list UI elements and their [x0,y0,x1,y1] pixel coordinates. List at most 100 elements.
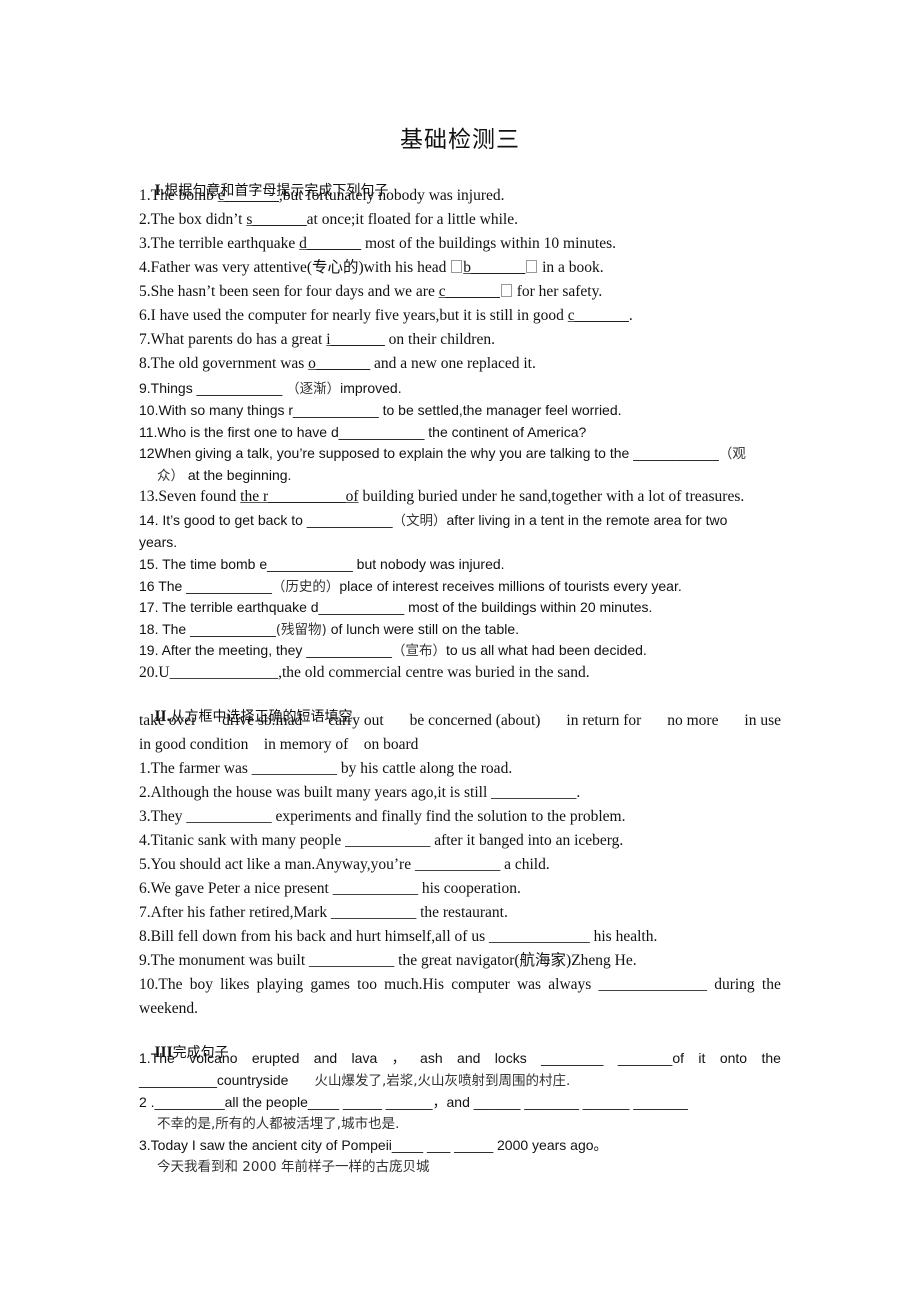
item-text: most of the buildings within 10 minutes. [361,235,616,252]
phrase-option: drive sb.mad [222,712,303,729]
blank[interactable]: d_______ [299,235,361,252]
item-text: . [628,307,633,324]
word: _______of [617,1050,684,1066]
blank[interactable]: o_______ [308,355,370,372]
s3-item-1: 1.The volcano erupted and lava， ash and locks __… [139,1048,781,1068]
word: computer [451,976,510,993]
s1-item-14-cont: years. [139,534,178,550]
word: playing [256,976,304,993]
item-text: for her safety. [512,283,603,300]
missing-glyph-icon [500,284,512,297]
chinese-hint: 众） [157,468,184,484]
chinese-translation: 不幸的是,所有的人都被活埋了,城市也是. [157,1116,400,1132]
item-text: ,but fortunately nobody was injured. [278,187,505,204]
s3-item-2-cn: 不幸的是,所有的人都被活埋了,城市也是. [157,1113,399,1134]
s1-item-1: 1.The bomb e_______,but fortunately nobo… [139,186,505,206]
blank[interactable]: b_______ [463,259,525,276]
phrase-box-row-2: in good condition in memory of on board [139,736,419,753]
blank[interactable]: i_______ [326,331,385,348]
s2-item-4: 4.Titanic sank with many people ________… [139,832,624,849]
s3-item-3: 3.Today I saw the ancient city of Pompei… [139,1137,608,1153]
item-text: at the beginning. [184,467,292,483]
word: during [714,976,755,993]
s1-item-10: 10.With so many things r___________ to b… [139,402,622,418]
item-text: 4.Father was very attentive(专心的)with his… [139,259,451,276]
word: ， [391,1050,406,1066]
word: too [357,976,377,993]
item-text: 1.The bomb [139,187,218,204]
s1-item-7: 7.What parents do has a great i_______ o… [139,330,495,350]
item-text: to us all what had been decided. [445,642,647,658]
s2-item-1: 1.The farmer was ___________ by his catt… [139,760,513,777]
phrase-option: in return for [566,712,642,729]
word: ash [420,1050,443,1066]
word: 1.The [139,1050,175,1066]
s1-item-20: 20.U______________,the old commercial ce… [139,664,590,681]
item-text: on their children. [384,331,495,348]
phrase-option: take over [139,712,197,729]
item-text: 6.I have used the computer for nearly fi… [139,307,568,324]
item-text: __________countryside [139,1072,289,1088]
blank[interactable]: c_______ [439,283,500,300]
s1-item-16: 16 The ___________（历史的）place of interest… [139,576,682,597]
phrase-box-row-1: take over drive sb.mad carry out be conc… [139,711,781,731]
word: likes [220,976,250,993]
missing-glyph-icon [526,260,538,273]
chinese-hint: （逐渐） [286,381,341,397]
chinese-hint: (残留物) [275,622,327,638]
item-text: 18. The ___________ [139,621,276,637]
word: ________ [541,1050,604,1066]
s2-item-9: 9.The monument was built ___________ the… [139,952,637,969]
item-text: after living in a tent in the remote are… [446,512,728,528]
s3-item-1-cont: __________countryside 火山爆发了,岩浆,火山灰喷射到周围的村… [139,1070,570,1091]
chinese-hint: （文明） [392,513,447,529]
s2-item-2: 2.Although the house was built many year… [139,784,581,801]
word: always [548,976,592,993]
s1-item-17: 17. The terrible earthquake d___________… [139,599,653,615]
word: much.His [384,976,444,993]
s1-item-9: 9.Things ___________ （逐渐）improved. [139,378,402,399]
item-text: 5.She hasn’t been seen for four days and… [139,283,439,300]
chinese-translation: 火山爆发了,岩浆,火山灰喷射到周围的村庄. [314,1073,571,1089]
blank[interactable]: c_______ [568,307,629,324]
word: 10.The [139,976,183,993]
word: and [457,1050,481,1066]
blank[interactable]: e_______ [218,187,279,204]
phrase-option: no more [667,712,719,729]
word: and [313,1050,338,1066]
s2-item-10-cont: weekend. [139,1000,198,1017]
chinese-translation: 今天我看到和 2000 年前样子一样的古庞贝城 [157,1159,430,1175]
blank[interactable]: s_______ [246,211,306,228]
item-text: 13.Seven found [139,488,241,505]
word: erupted [251,1050,300,1066]
word: locks [494,1050,527,1066]
s2-item-7: 7.After his father retired,Mark ________… [139,904,508,921]
item-text: building buried under he sand,together w… [358,488,745,505]
item-text: 14. It’s good to get back to ___________ [139,512,393,528]
item-text: 3.The terrible earthquake [139,235,300,252]
s1-item-12-cont: 众） at the beginning. [157,465,291,486]
s1-item-14: 14. It’s good to get back to ___________… [139,510,727,531]
chinese-hint: （历史的） [271,579,340,595]
missing-glyph-icon [451,260,463,273]
s1-item-4: 4.Father was very attentive(专心的)with his… [139,258,604,278]
item-text: 19. After the meeting, they ___________ [139,642,392,658]
s1-item-11: 11.Who is the first one to have d_______… [139,424,587,440]
s2-item-8: 8.Bill fell down from his back and hurt … [139,928,658,945]
s1-item-3: 3.The terrible earthquake d_______ most … [139,234,616,254]
word: was [516,976,542,993]
item-text: in a book. [538,259,604,276]
chinese-hint: （观 [718,446,746,462]
item-text: and a new one replaced it. [370,355,536,372]
word: the [761,976,781,993]
phrase-option: in use [744,712,781,729]
s1-item-13: 13.Seven found the r__________of buildin… [139,487,744,507]
s2-item-6: 6.We gave Peter a nice present _________… [139,880,521,897]
item-text: 7.What parents do has a great [139,331,327,348]
blank[interactable]: the r__________of [240,488,358,505]
s2-item-3: 3.They ___________ experiments and final… [139,808,626,825]
s1-item-19: 19. After the meeting, they ___________（… [139,640,647,661]
phrase-option: be concerned (about) [409,712,541,729]
s3-item-3-cn: 今天我看到和 2000 年前样子一样的古庞贝城 [157,1156,429,1177]
word: lava [351,1050,378,1066]
